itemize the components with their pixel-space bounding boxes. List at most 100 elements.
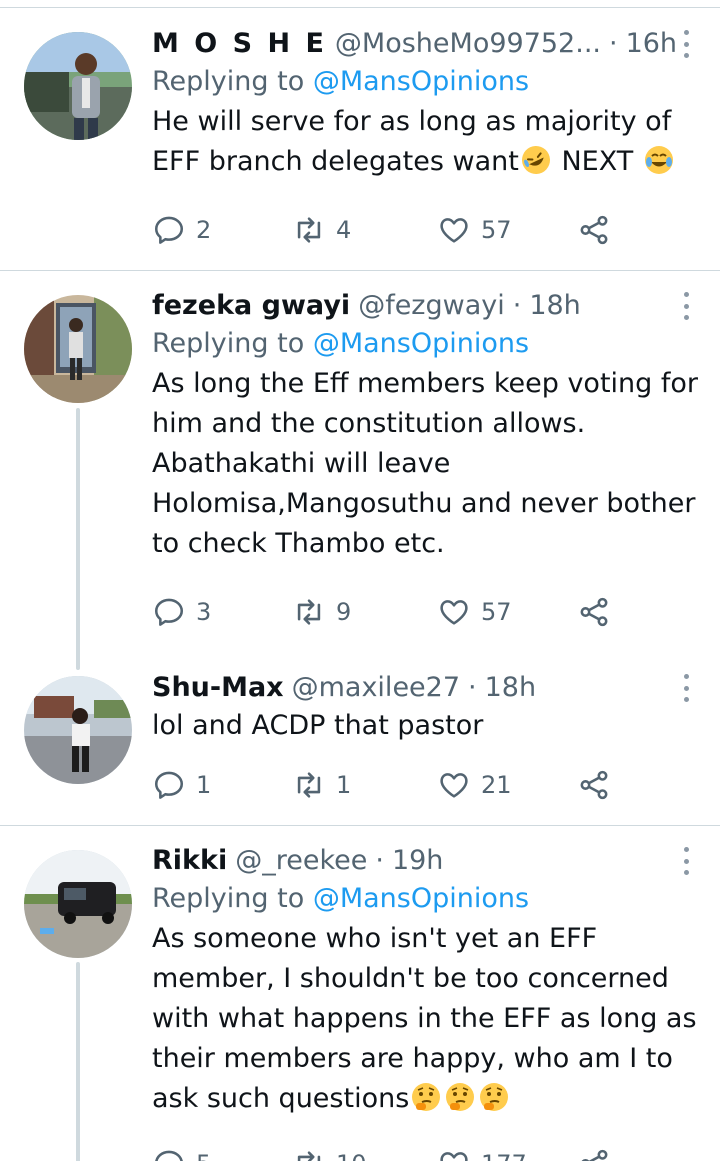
retweet-count: 10 [336, 1150, 367, 1161]
separator: · [608, 28, 618, 59]
replying-to-line: Replying to @MansOpinions [152, 62, 700, 102]
thinking-face-icon [446, 1083, 475, 1111]
reply-bubble-icon [154, 598, 184, 626]
reply-button[interactable]: 2 [152, 210, 211, 250]
retweet-button[interactable]: 4 [292, 210, 351, 250]
like-count: 57 [481, 216, 512, 244]
share-button[interactable] [577, 210, 611, 250]
heart-icon [440, 600, 468, 625]
separator: · [512, 290, 522, 321]
reply-bubble-icon [155, 1150, 183, 1161]
retweet-icon [297, 217, 321, 243]
separator: · [375, 845, 384, 876]
like-button[interactable]: 57 [437, 592, 512, 632]
share-icon [580, 597, 608, 627]
tweet-divider [0, 825, 720, 826]
share-button[interactable] [577, 1144, 611, 1161]
mention-link[interactable]: @MansOpinions [313, 328, 529, 359]
reply-count: 1 [196, 771, 212, 799]
retweet-count: 1 [336, 771, 352, 799]
text-line: ask such questions [152, 1079, 700, 1119]
display-name[interactable]: fezeka gwayi [152, 288, 350, 324]
more-vertical-icon[interactable] [682, 847, 690, 875]
replying-to-label: Replying to [152, 883, 305, 914]
display-name[interactable]: Rikki [152, 843, 227, 879]
more-vertical-icon[interactable] [682, 674, 690, 702]
replying-to-line: Replying to @MansOpinions [152, 324, 700, 364]
text-line: member, I shouldn't be too concerned [152, 963, 669, 994]
retweet-count: 4 [336, 216, 352, 244]
heart-icon [440, 218, 468, 243]
timestamp[interactable]: 18h [485, 670, 536, 706]
tweet-actions: 5 10 177 [152, 1144, 622, 1161]
reply-bubble-icon [154, 216, 184, 244]
text-line: As long the Eff members keep voting for [152, 368, 698, 399]
timestamp[interactable]: 19h [392, 843, 443, 879]
reply-button[interactable]: 1 [152, 765, 211, 805]
text-line: Holomisa,Mangosuthu and never bother [152, 488, 696, 519]
reply-count: 5 [196, 1150, 211, 1161]
mention-link[interactable]: @MansOpinions [313, 66, 529, 97]
text-line: EFF branch delegates want NEXT [152, 142, 700, 182]
user-handle[interactable]: @MosheMo99752... [335, 26, 601, 62]
like-count: 21 [481, 771, 512, 799]
text-line: lol and ACDP that pastor [152, 710, 484, 741]
thread-connector [76, 962, 80, 1161]
tweet-text: He will serve for as long as majority of… [152, 102, 700, 182]
share-button[interactable] [577, 765, 611, 805]
like-count: 57 [481, 598, 512, 626]
share-icon [580, 770, 608, 800]
reply-count: 2 [196, 216, 212, 244]
text-line: to check Thambo etc. [152, 528, 445, 559]
top-divider [0, 0, 720, 8]
text-segment: NEXT [561, 146, 634, 177]
text-line: As someone who isn't yet an EFF [152, 923, 598, 954]
user-handle[interactable]: @_reekee [235, 843, 367, 879]
user-handle[interactable]: @fezgwayi [358, 288, 505, 324]
tears-of-joy-icon [644, 146, 673, 174]
display-name[interactable]: Shu-Max [152, 670, 284, 706]
replying-to-label: Replying to [152, 328, 305, 359]
mention-link[interactable]: @MansOpinions [313, 883, 529, 914]
display-name[interactable]: M O S H E [152, 26, 327, 62]
timestamp[interactable]: 16h [626, 26, 677, 62]
thinking-face-icon [480, 1083, 509, 1111]
reply-count: 3 [196, 598, 212, 626]
replying-to-label: Replying to [152, 66, 305, 97]
avatar[interactable] [24, 32, 132, 140]
reply-button[interactable]: 5 [152, 1144, 211, 1161]
heart-icon [440, 773, 468, 798]
like-button[interactable]: 177 [437, 1144, 527, 1161]
reply-button[interactable]: 3 [152, 592, 211, 632]
more-vertical-icon[interactable] [682, 292, 690, 320]
tweet-text: lol and ACDP that pastor [152, 706, 700, 746]
retweet-icon [297, 1151, 321, 1161]
text-segment: EFF branch delegates want [152, 146, 519, 177]
share-icon [581, 1149, 608, 1161]
retweet-button[interactable]: 10 [292, 1144, 367, 1161]
text-line: their members are happy, who am I to [152, 1043, 673, 1074]
avatar[interactable] [24, 295, 132, 403]
like-button[interactable]: 57 [437, 210, 512, 250]
heart-icon [440, 1152, 468, 1161]
like-button[interactable]: 21 [437, 765, 512, 805]
thinking-face-icon [412, 1083, 441, 1111]
replying-to-line: Replying to @MansOpinions [152, 879, 700, 919]
text-line: He will serve for as long as majority of [152, 106, 672, 137]
tweet-actions: 2 4 57 [152, 210, 622, 250]
tweet-actions: 1 1 21 [152, 765, 622, 805]
retweet-button[interactable]: 9 [292, 592, 351, 632]
share-button[interactable] [577, 592, 611, 632]
avatar[interactable] [24, 850, 132, 958]
text-line: Abathakathi will leave [152, 448, 451, 479]
tweet-text: As long the Eff members keep voting for … [152, 364, 700, 564]
tweet-divider [0, 270, 720, 271]
text-line: him and the constitution allows. [152, 408, 586, 439]
user-handle[interactable]: @maxilee27 [292, 670, 460, 706]
retweet-button[interactable]: 1 [292, 765, 351, 805]
retweet-icon [297, 599, 321, 625]
timestamp[interactable]: 18h [529, 288, 580, 324]
share-icon [580, 215, 608, 245]
more-vertical-icon[interactable] [682, 30, 690, 58]
avatar[interactable] [24, 676, 132, 784]
